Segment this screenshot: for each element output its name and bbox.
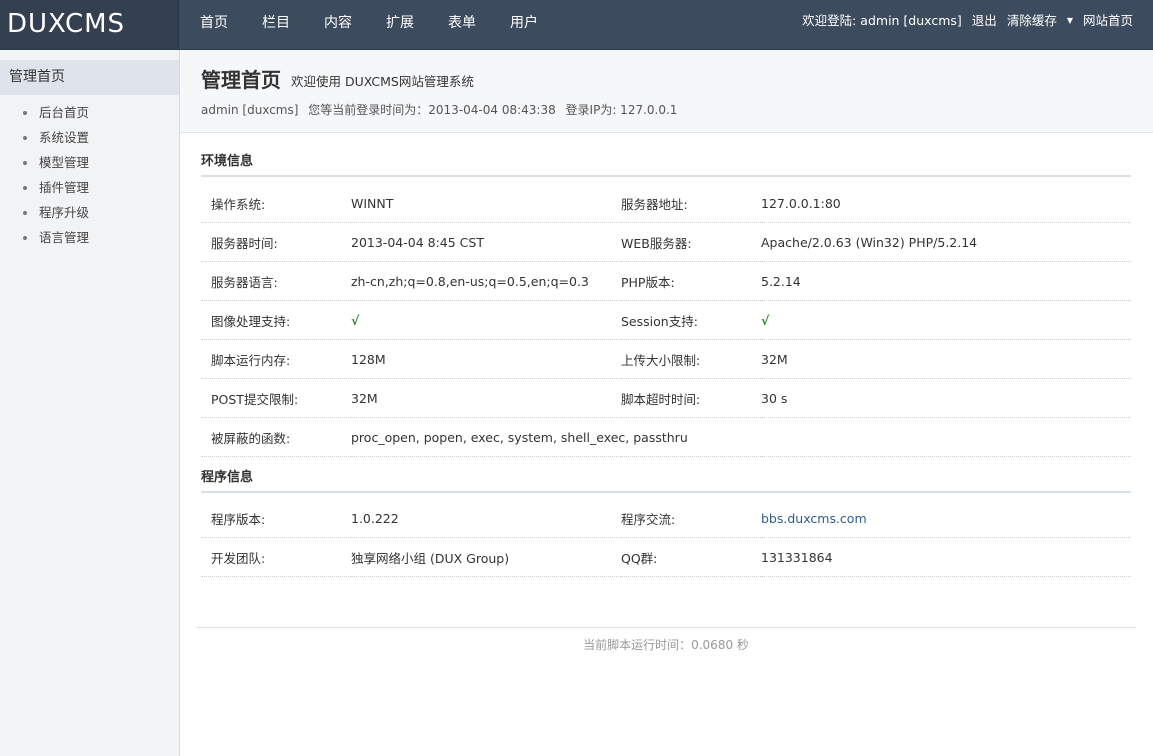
env-label: 图像处理支持: (201, 300, 351, 340)
table-row: 服务器语言: zh-cn,zh;q=0.8,en-us;q=0.5,en;q=0… (201, 261, 1131, 301)
nav-columns[interactable]: 栏目 (242, 0, 304, 49)
env-label: 脚本运行内存: (201, 339, 351, 379)
nav-content[interactable]: 内容 (304, 0, 366, 49)
nav-forms[interactable]: 表单 (428, 0, 490, 49)
sidebar-item-label: 插件管理 (39, 180, 90, 195)
nav-users[interactable]: 用户 (490, 0, 552, 49)
login-user: admin [duxcms] (201, 103, 299, 117)
env-value: 32M (761, 339, 1131, 379)
env-label: 被屏蔽的函数: (201, 417, 351, 457)
program-value: 独享网络小组 (DUX Group) (351, 537, 621, 577)
program-table: 程序版本: 1.0.222 程序交流: bbs.duxcms.com 开发团队:… (201, 499, 1131, 577)
env-label: 服务器地址: (621, 184, 761, 223)
env-value: 5.2.14 (761, 261, 1131, 301)
sidebar: 管理首页 后台首页 系统设置 模型管理 插件管理 程序升级 语言管理 (0, 50, 180, 756)
bullet-icon (23, 161, 27, 165)
env-label: Session支持: (621, 300, 761, 340)
env-value: 2013-04-04 8:45 CST (351, 222, 621, 262)
env-label: 服务器语言: (201, 261, 351, 301)
page-title: 管理首页 (201, 68, 281, 92)
sidebar-item-plugin-management[interactable]: 插件管理 (0, 175, 179, 200)
env-value: WINNT (351, 184, 621, 223)
sidebar-item-system-settings[interactable]: 系统设置 (0, 125, 179, 150)
env-label: 操作系统: (201, 184, 351, 223)
clear-cache-label: 清除缓存 (1006, 13, 1057, 28)
page-header: 管理首页 欢迎使用 DUXCMS网站管理系统 admin [duxcms] 您等… (180, 50, 1153, 133)
program-label: 程序版本: (201, 499, 351, 538)
env-value: Apache/2.0.63 (Win32) PHP/5.2.14 (761, 222, 1131, 262)
sidebar-item-label: 程序升级 (39, 205, 90, 220)
forum-link[interactable]: bbs.duxcms.com (761, 511, 867, 526)
env-table: 操作系统: WINNT 服务器地址: 127.0.0.1:80 服务器时间: 2… (201, 184, 1131, 457)
bullet-icon (23, 236, 27, 240)
sidebar-menu: 后台首页 系统设置 模型管理 插件管理 程序升级 语言管理 (0, 100, 179, 250)
chevron-down-icon: ▼ (1066, 16, 1073, 25)
program-value: 1.0.222 (351, 499, 621, 538)
bullet-icon (23, 186, 27, 190)
check-icon: √ (351, 312, 360, 328)
check-icon: √ (761, 312, 770, 328)
footer-divider (196, 627, 1136, 628)
top-bar: DUXCMS 首页 栏目 内容 扩展 表单 用户 欢迎登陆: admin [du… (0, 0, 1153, 50)
logo-text: DUXCMS (7, 9, 126, 39)
table-row: 被屏蔽的函数: proc_open, popen, exec, system, … (201, 417, 1131, 457)
table-row: 图像处理支持: √ Session支持: √ (201, 300, 1131, 340)
env-label: PHP版本: (621, 261, 761, 301)
table-row: 脚本运行内存: 128M 上传大小限制: 32M (201, 339, 1131, 379)
env-value: 128M (351, 339, 621, 379)
main-nav: 首页 栏目 内容 扩展 表单 用户 (180, 0, 552, 49)
login-ip: 登录IP为: 127.0.0.1 (565, 103, 678, 117)
program-value: bbs.duxcms.com (761, 499, 1131, 538)
sidebar-item-label: 后台首页 (39, 105, 90, 120)
sidebar-item-model-management[interactable]: 模型管理 (0, 150, 179, 175)
table-row: POST提交限制: 32M 脚本超时时间: 30 s (201, 378, 1131, 418)
clear-cache-dropdown[interactable]: 清除缓存 ▼ (1007, 0, 1073, 44)
env-label: 上传大小限制: (621, 339, 761, 379)
env-value: 30 s (761, 378, 1131, 418)
env-value: proc_open, popen, exec, system, shell_ex… (351, 417, 1131, 457)
footer-runtime: 当前脚本运行时间：0.0680 秒 (583, 638, 749, 652)
sidebar-item-dashboard[interactable]: 后台首页 (0, 100, 179, 125)
program-label: 程序交流: (621, 499, 761, 538)
bullet-icon (23, 111, 27, 115)
sidebar-heading[interactable]: 管理首页 (0, 60, 179, 95)
table-row: 服务器时间: 2013-04-04 8:45 CST WEB服务器: Apach… (201, 222, 1131, 262)
env-value: 127.0.0.1:80 (761, 184, 1131, 223)
program-label: 开发团队: (201, 537, 351, 577)
env-value: 32M (351, 378, 621, 418)
logout-link[interactable]: 退出 (972, 0, 997, 44)
site-home-link[interactable]: 网站首页 (1083, 0, 1133, 44)
login-info: admin [duxcms] 您等当前登录时间为：2013-04-04 08:4… (201, 101, 683, 118)
sidebar-item-label: 模型管理 (39, 155, 90, 170)
env-value: zh-cn,zh;q=0.8,en-us;q=0.5,en;q=0.3 (351, 261, 621, 301)
env-label: POST提交限制: (201, 378, 351, 418)
sidebar-item-language[interactable]: 语言管理 (0, 225, 179, 250)
env-value: √ (761, 300, 1131, 340)
table-row: 程序版本: 1.0.222 程序交流: bbs.duxcms.com (201, 499, 1131, 538)
sidebar-item-label: 语言管理 (39, 230, 90, 245)
env-label: 服务器时间: (201, 222, 351, 262)
bullet-icon (23, 136, 27, 140)
table-row: 操作系统: WINNT 服务器地址: 127.0.0.1:80 (201, 184, 1131, 223)
page-subtitle: 欢迎使用 DUXCMS网站管理系统 (291, 74, 474, 89)
program-value: 131331864 (761, 537, 1131, 577)
table-row: 开发团队: 独享网络小组 (DUX Group) QQ群: 131331864 (201, 537, 1131, 577)
env-label: WEB服务器: (621, 222, 761, 262)
sidebar-item-label: 系统设置 (39, 130, 90, 145)
program-section-title: 程序信息 (201, 466, 1131, 493)
sidebar-item-upgrade[interactable]: 程序升级 (0, 200, 179, 225)
program-label: QQ群: (621, 537, 761, 577)
env-section-title: 环境信息 (201, 150, 1131, 177)
login-time: 您等当前登录时间为：2013-04-04 08:43:38 (308, 103, 556, 117)
user-area: 欢迎登陆: admin [duxcms] 退出 清除缓存 ▼ 网站首页 (792, 0, 1133, 44)
nav-extensions[interactable]: 扩展 (366, 0, 428, 49)
env-value: √ (351, 300, 621, 340)
nav-home[interactable]: 首页 (180, 0, 242, 49)
bullet-icon (23, 211, 27, 215)
env-label: 脚本超时时间: (621, 378, 761, 418)
welcome-text: 欢迎登陆: admin [duxcms] (802, 13, 962, 28)
logo[interactable]: DUXCMS (0, 0, 179, 49)
